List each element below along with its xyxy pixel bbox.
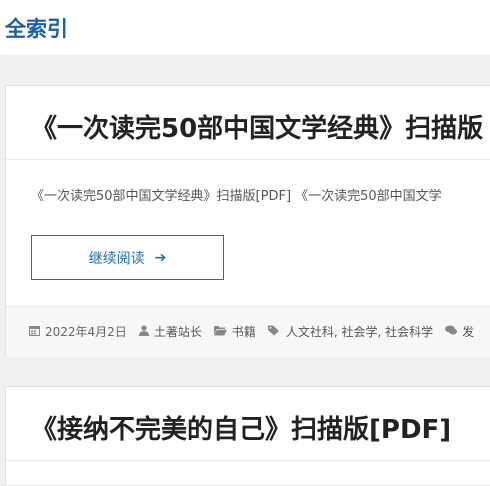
folder-icon <box>213 325 227 339</box>
post-title[interactable]: 《一次读完50部中国文学经典》扫描版 <box>31 112 483 146</box>
arrow-right-icon: ➔ <box>154 249 167 266</box>
category-link[interactable]: 书籍 <box>232 323 256 340</box>
post-meta-bar: 2022年4月2日 土著站长 书籍 人文社科, 社会学, 社会科学 发 <box>6 306 490 357</box>
title-divider <box>6 159 490 160</box>
meta-category: 书籍 <box>213 323 256 340</box>
meta-author: 土著站长 <box>138 323 202 340</box>
post-title[interactable]: 《接纳不完美的自己》扫描版[PDF] <box>31 413 451 447</box>
post-card: 《接纳不完美的自己》扫描版[PDF] <box>5 386 490 486</box>
tag-icon <box>267 325 281 339</box>
user-icon <box>138 324 149 339</box>
site-title[interactable]: 全索引 <box>5 15 68 43</box>
read-more-button[interactable]: 继续阅读 ➔ <box>31 235 224 280</box>
meta-date: 2022年4月2日 <box>29 323 127 340</box>
tags-link[interactable]: 人文社科, 社会学, 社会科学 <box>286 323 433 340</box>
meta-comments: 发 <box>445 323 474 340</box>
site-header: 全索引 <box>0 0 490 55</box>
post-meta: 2022年4月2日 土著站长 书籍 人文社科, 社会学, 社会科学 发 <box>29 323 486 340</box>
title-divider <box>6 460 490 461</box>
author-link[interactable]: 土著站长 <box>154 323 202 340</box>
post-card: 《一次读完50部中国文学经典》扫描版 《一次读完50部中国文学经典》扫描版[PD… <box>5 85 490 357</box>
comments-link[interactable]: 发 <box>462 323 474 340</box>
comment-icon <box>445 325 458 339</box>
post-excerpt: 《一次读完50部中国文学经典》扫描版[PDF] 《一次读完50部中国文学 <box>31 189 442 204</box>
read-more-label: 继续阅读 <box>88 250 145 267</box>
date-text: 2022年4月2日 <box>45 325 127 339</box>
meta-tags: 人文社科, 社会学, 社会科学 <box>267 323 433 340</box>
calendar-icon <box>29 325 40 339</box>
